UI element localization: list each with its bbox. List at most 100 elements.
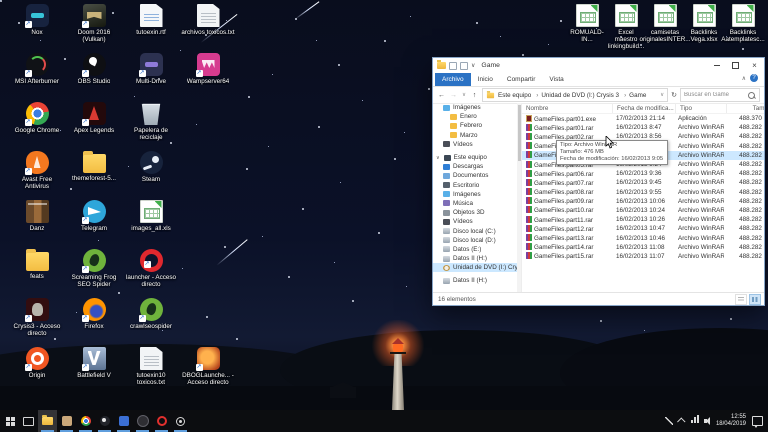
desktop-icon[interactable]: images_all.xls xyxy=(124,200,178,232)
desktop-icon[interactable]: OBS Studio xyxy=(67,53,121,85)
taskbar-obs[interactable] xyxy=(95,410,114,432)
desktop-icon[interactable]: themeforest-5... xyxy=(67,151,121,190)
nav-scrollbar[interactable] xyxy=(517,103,521,293)
desktop-icon[interactable]: Screaming Frog SEO Spider xyxy=(67,249,121,288)
column-header-size[interactable]: Tamaño xyxy=(727,103,764,113)
taskbar-file-explorer[interactable] xyxy=(38,410,57,432)
desktop-icon[interactable]: Backlinks Aatemplatesc... xyxy=(724,4,762,50)
nav-item[interactable]: Disco local (D:) xyxy=(433,236,521,245)
nav-item[interactable]: Unidad de DVD (I:) Cry xyxy=(433,263,521,272)
network-icon[interactable] xyxy=(691,420,693,423)
tray-pen-icon[interactable] xyxy=(665,417,673,425)
desktop-icon[interactable]: Excel maestro linkingbuild... xyxy=(607,4,645,50)
nav-item[interactable]: Descargas xyxy=(433,162,521,171)
nav-item[interactable]: Escritorio xyxy=(433,181,521,190)
column-header-date[interactable]: Fecha de modifica... xyxy=(613,103,676,113)
file-row[interactable]: GameFiles.part08.rar 16/02/2013 9:55 Arc… xyxy=(522,188,764,197)
back-button[interactable]: ← xyxy=(437,92,446,99)
nav-item[interactable]: Vídeos xyxy=(433,217,521,226)
volume-icon[interactable] xyxy=(704,419,707,423)
desktop-icon[interactable]: Crysis3 - Acceso directo xyxy=(10,298,64,337)
ribbon-tab[interactable]: Archivo xyxy=(435,73,471,86)
nav-item[interactable]: Marzo xyxy=(433,131,521,140)
minimize-button[interactable] xyxy=(707,58,726,73)
taskbar-gog[interactable] xyxy=(133,410,152,432)
taskbar-blue-app[interactable] xyxy=(114,410,133,432)
breadcrumb[interactable]: Este equipo Unidad de DVD (I:) Crysis 3 … xyxy=(482,88,668,102)
desktop-icon[interactable]: Danz xyxy=(10,200,64,232)
desktop-icon[interactable]: launcher - Acceso directo xyxy=(124,249,178,288)
list-view-icon[interactable] xyxy=(735,294,747,305)
nav-item[interactable]: Vídeos xyxy=(433,140,521,149)
nav-item[interactable]: Datos II (H:) xyxy=(433,276,521,285)
history-dropdown-icon[interactable]: ∨ xyxy=(461,92,467,98)
maximize-button[interactable] xyxy=(726,58,745,73)
desktop-icon[interactable]: Battlefield V xyxy=(67,347,121,386)
chevron-down-icon[interactable]: ∨ xyxy=(471,62,475,69)
desktop-icon[interactable]: crawlseospider xyxy=(124,298,178,337)
task-view-button[interactable] xyxy=(19,410,38,432)
help-icon[interactable]: ? xyxy=(750,74,758,82)
desktop-icon[interactable]: Steam xyxy=(124,151,178,190)
chevron-up-icon[interactable]: ∧ xyxy=(742,75,746,82)
desktop-icon[interactable]: Papelera de reciclaje xyxy=(124,102,178,141)
file-row[interactable]: GameFiles.part07.rar 16/02/2013 9:45 Arc… xyxy=(522,178,764,187)
file-row[interactable]: GameFiles.part15.rar 16/02/2013 11:07 Ar… xyxy=(522,252,764,261)
desktop-icon[interactable]: MSI Afterburner xyxy=(10,53,64,85)
desktop-icon[interactable]: camisetas originalesINTER... xyxy=(646,4,684,50)
address-dropdown-icon[interactable]: ∨ xyxy=(660,92,664,98)
desktop-icon[interactable]: feats xyxy=(10,249,64,288)
file-row[interactable]: GameFiles.part11.rar 16/02/2013 10:26 Ar… xyxy=(522,215,764,224)
desktop-icon[interactable]: Telegram xyxy=(67,200,121,232)
nav-item[interactable]: Febrero xyxy=(433,121,521,130)
desktop-icon[interactable]: Wampserver64 xyxy=(181,53,235,85)
file-row[interactable]: GameFiles.part14.rar 16/02/2013 11:08 Ar… xyxy=(522,243,764,252)
file-row[interactable]: GameFiles.part01.rar 16/02/2013 8:47 Arc… xyxy=(522,123,764,132)
up-button[interactable]: ↑ xyxy=(470,92,479,99)
search-input[interactable] xyxy=(681,92,748,98)
quick-access-button[interactable] xyxy=(449,62,457,70)
title-bar[interactable]: ∨ Game × xyxy=(433,58,764,73)
taskbar-opera[interactable] xyxy=(152,410,171,432)
nav-item[interactable]: Objetos 3D xyxy=(433,208,521,217)
nav-item[interactable]: Datos (E:) xyxy=(433,245,521,254)
quick-access-button[interactable] xyxy=(460,62,468,70)
nav-item[interactable]: Imágenes xyxy=(433,190,521,199)
file-row[interactable]: GameFiles.part10.rar 16/02/2013 10:24 Ar… xyxy=(522,206,764,215)
taskbar-clock[interactable]: 12:55 18/04/2019 xyxy=(716,414,746,428)
details-view-icon[interactable] xyxy=(749,294,761,305)
ribbon-tab[interactable]: Inicio xyxy=(471,73,500,86)
nav-item[interactable]: Disco local (C:) xyxy=(433,226,521,235)
taskbar-settings[interactable] xyxy=(171,410,190,432)
ribbon-tab[interactable]: Vista xyxy=(542,73,570,86)
file-row[interactable]: GameFiles.part13.rar 16/02/2013 10:46 Ar… xyxy=(522,233,764,242)
desktop-icon[interactable]: Google Chrome xyxy=(10,102,64,141)
file-row[interactable]: GameFiles.part06.rar 16/02/2013 9:36 Arc… xyxy=(522,169,764,178)
desktop-icon[interactable]: Multi-Drive xyxy=(124,53,178,85)
taskbar-chrome[interactable] xyxy=(76,410,95,432)
desktop-icon[interactable]: archivos toxicos.txt xyxy=(181,4,235,43)
nav-item[interactable]: Música xyxy=(433,199,521,208)
nav-item[interactable]: Imágenes xyxy=(433,103,521,112)
desktop-icon[interactable]: Apex Legends xyxy=(67,102,121,141)
column-header-type[interactable]: Tipo xyxy=(676,103,727,113)
breadcrumb-item[interactable]: Unidad de DVD (I:) Crysis 3 xyxy=(532,92,620,99)
taskbar-nox[interactable] xyxy=(57,410,76,432)
ribbon-tab[interactable]: Compartir xyxy=(500,73,543,86)
breadcrumb-item[interactable]: Este equipo xyxy=(497,92,532,99)
column-header-name[interactable]: Nombre xyxy=(522,103,613,113)
file-row[interactable]: GameFiles.part01.exe 17/02/2013 21:14 Ap… xyxy=(522,114,764,123)
desktop-icon[interactable]: tutoexin10 toxicos.txt xyxy=(124,347,178,386)
action-center-icon[interactable] xyxy=(752,416,763,426)
desktop-icon[interactable]: DBOGLaunche... - Acceso directo xyxy=(181,347,235,386)
desktop-icon[interactable]: tutoexin.rtf xyxy=(124,4,178,43)
nav-item[interactable]: Este equipo xyxy=(433,153,521,162)
desktop-icon[interactable]: Firefox xyxy=(67,298,121,337)
nav-item[interactable]: Enero xyxy=(433,112,521,121)
desktop-icon[interactable]: Nox xyxy=(10,4,64,43)
breadcrumb-item[interactable]: Game xyxy=(620,92,647,99)
refresh-icon[interactable]: ↻ xyxy=(671,91,677,99)
forward-button[interactable]: → xyxy=(449,92,458,99)
close-button[interactable]: × xyxy=(745,58,764,73)
nav-item[interactable]: Documentos xyxy=(433,171,521,180)
